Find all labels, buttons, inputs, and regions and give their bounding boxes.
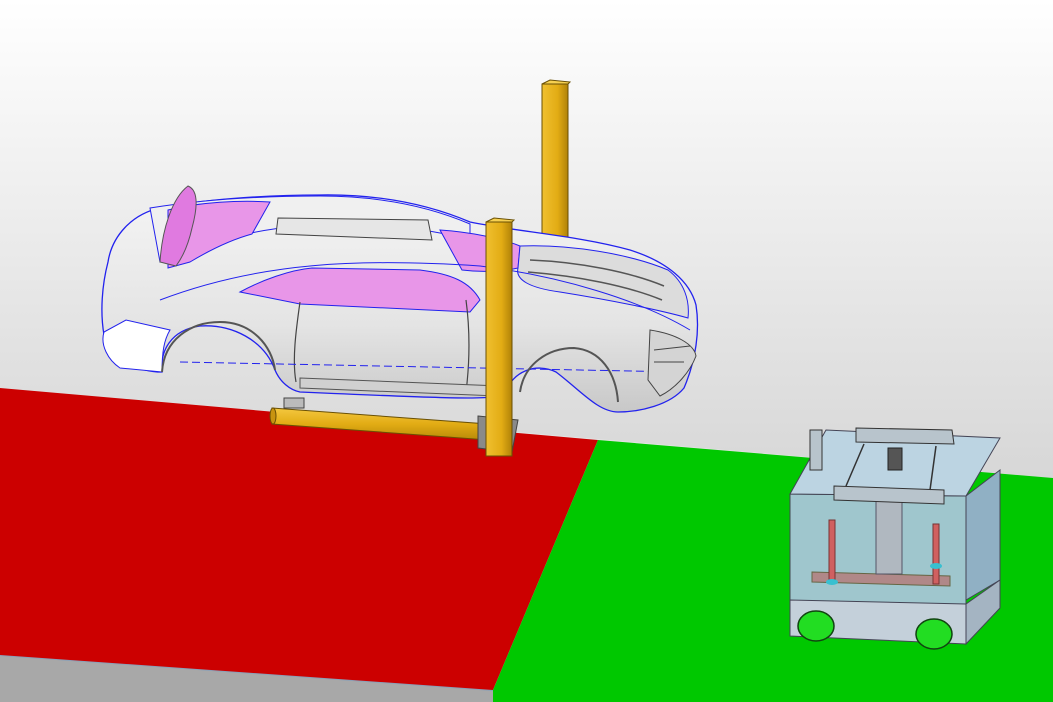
agv-wheel-left <box>797 610 835 642</box>
cad-3d-viewport[interactable] <box>0 0 1053 702</box>
lift-bracket-left <box>283 397 305 409</box>
agv-sensor <box>887 447 903 471</box>
agv-wheel-right <box>915 618 953 650</box>
agv-rail-back <box>855 427 955 445</box>
lift-frame-rear-column[interactable] <box>541 79 572 245</box>
lift-front-column <box>485 221 513 457</box>
agv-post-right <box>932 523 940 585</box>
scene-canvas[interactable] <box>0 0 1053 702</box>
agv-post-left <box>828 519 836 581</box>
agv-cart[interactable] <box>789 427 1001 650</box>
